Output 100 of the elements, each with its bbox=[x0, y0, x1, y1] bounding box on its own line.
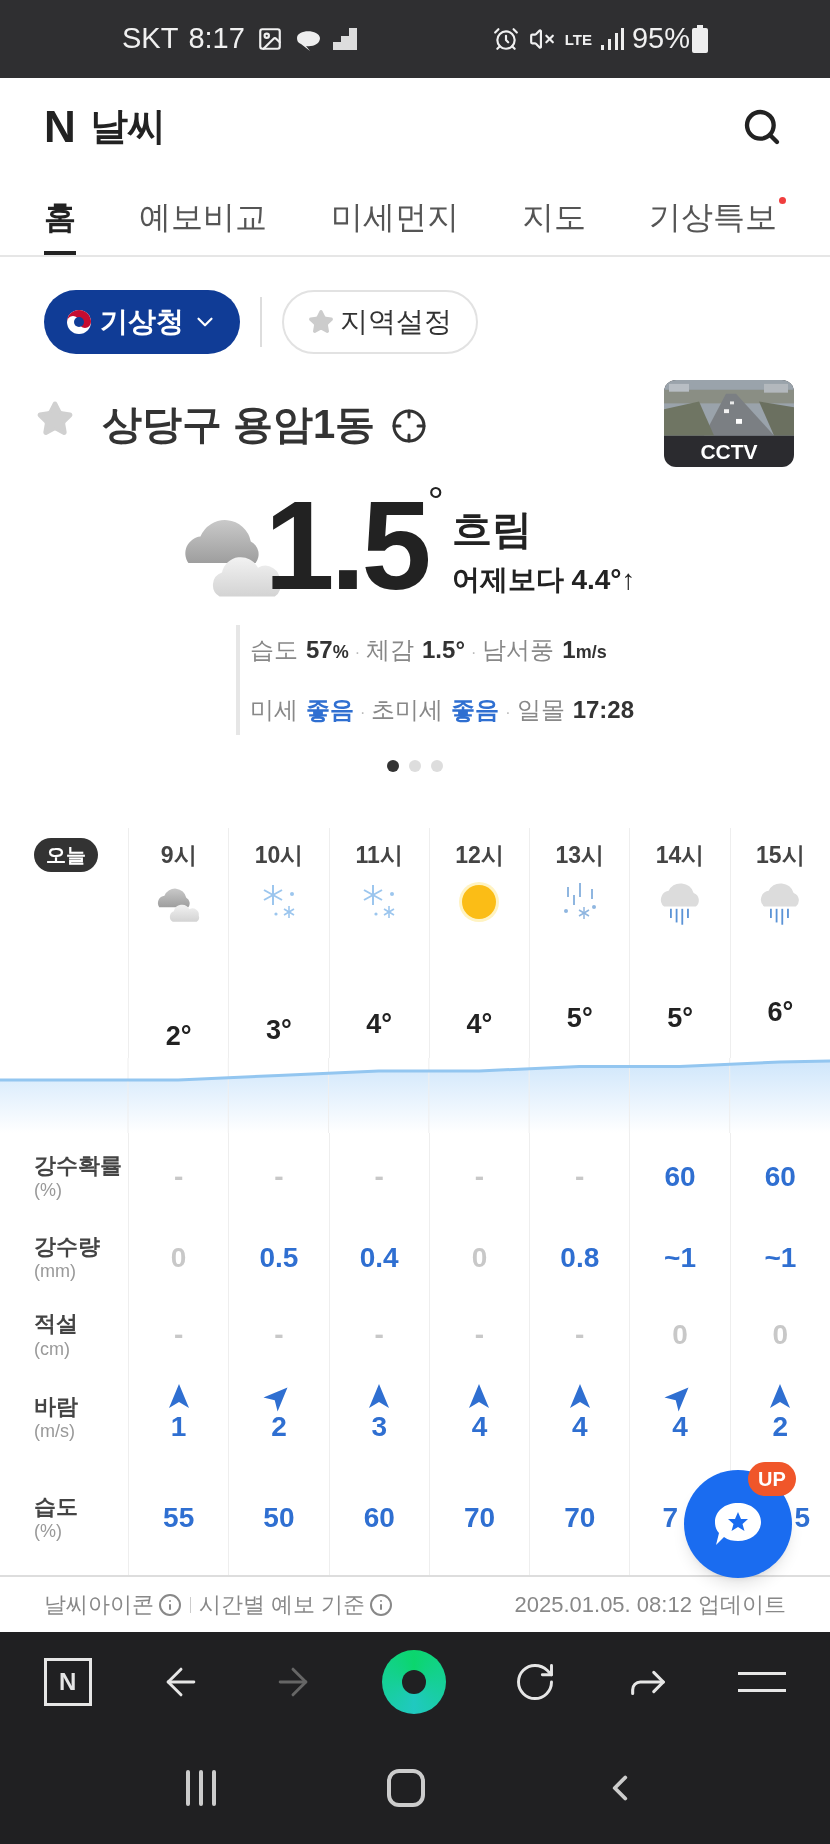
detail-unit: m/s bbox=[575, 641, 607, 664]
forecast-value: 70 bbox=[564, 1500, 596, 1535]
forecast-value: 0.4 bbox=[359, 1240, 399, 1275]
row-label: 강수확률 bbox=[34, 1151, 123, 1179]
hour-temperature: 2° bbox=[165, 1019, 192, 1053]
detail-value: 좋음 bbox=[305, 695, 354, 725]
menu-button[interactable] bbox=[738, 1672, 787, 1692]
weather-icon-guide[interactable]: 날씨아이콘 bbox=[44, 1588, 154, 1621]
hour-temperature: 3° bbox=[266, 1013, 292, 1047]
separator: · bbox=[471, 643, 477, 663]
detail-label: 체감 bbox=[366, 635, 414, 665]
wind-speed: 2 bbox=[772, 1413, 789, 1441]
weather-condition: 흐림 bbox=[451, 506, 533, 553]
source-selector[interactable]: 기상청 bbox=[44, 290, 240, 354]
wind-arrow-icon bbox=[769, 1383, 792, 1409]
wind-arrow-icon bbox=[468, 1383, 491, 1409]
region-settings-button[interactable]: 지역설정 bbox=[282, 290, 478, 354]
clock: 8:17 bbox=[188, 21, 245, 57]
hour-label: 10시 bbox=[254, 841, 304, 870]
hour-label: 15시 bbox=[756, 841, 805, 870]
detail-label: 일몰 bbox=[516, 695, 565, 725]
wind-speed: 4 bbox=[471, 1413, 488, 1441]
tab[interactable]: 홈 bbox=[44, 175, 76, 255]
info-icon[interactable] bbox=[158, 1592, 182, 1617]
separator: · bbox=[359, 703, 366, 723]
forecast-value: 5 bbox=[794, 1500, 810, 1535]
chat-star-icon bbox=[713, 1501, 763, 1547]
home-button[interactable]: N bbox=[43, 1658, 92, 1706]
row-unit: (m/s) bbox=[34, 1420, 76, 1443]
sun-icon bbox=[458, 880, 501, 923]
forecast-value: 0.5 bbox=[259, 1240, 299, 1275]
wind-arrow-icon bbox=[568, 1383, 591, 1409]
alarm-icon bbox=[492, 26, 519, 52]
wind-arrow-icon bbox=[368, 1383, 391, 1409]
forecast-value: 7 bbox=[662, 1500, 678, 1535]
detail-value: 1 bbox=[562, 635, 576, 665]
row-label: 강수량 bbox=[34, 1232, 101, 1260]
page-title: 날씨 bbox=[89, 104, 166, 149]
forecast-value: - bbox=[374, 1159, 384, 1194]
recent-apps-button[interactable] bbox=[185, 1770, 216, 1806]
hour-label: 12시 bbox=[455, 841, 504, 870]
forecast-value: - bbox=[575, 1318, 585, 1352]
info-icon[interactable] bbox=[369, 1592, 394, 1617]
detail-unit: % bbox=[332, 642, 349, 664]
wind-speed: 1 bbox=[170, 1413, 187, 1441]
locate-icon[interactable] bbox=[391, 408, 428, 444]
forecast-value: 60 bbox=[764, 1159, 796, 1194]
row-unit: (%) bbox=[34, 1179, 63, 1202]
mute-icon bbox=[528, 26, 555, 52]
detail-value: 17:28 bbox=[572, 695, 634, 725]
forecast-value: - bbox=[274, 1318, 284, 1352]
separator: · bbox=[354, 643, 360, 663]
detail-value: 57 bbox=[305, 635, 333, 665]
steps-icon bbox=[332, 28, 357, 50]
forecast-value: - bbox=[575, 1159, 585, 1194]
carrier-name: SKT bbox=[122, 21, 179, 57]
wind-arrow-icon bbox=[167, 1383, 190, 1409]
separator: · bbox=[505, 703, 511, 723]
home-nav-button[interactable] bbox=[387, 1769, 425, 1807]
signal-icon bbox=[599, 27, 624, 51]
location-name: 상당구 용암1동 bbox=[102, 401, 376, 448]
cctv-label: CCTV bbox=[699, 438, 759, 465]
tab[interactable]: 지도 bbox=[521, 175, 586, 255]
hour-temperature: 4° bbox=[366, 1007, 393, 1041]
forecast-value: 60 bbox=[664, 1159, 696, 1194]
forecast-value: ~1 bbox=[664, 1240, 697, 1275]
detail-label: 미세 bbox=[249, 695, 298, 725]
star-icon bbox=[308, 309, 334, 335]
taegeuk-icon bbox=[66, 309, 92, 335]
forecast-value: - bbox=[474, 1318, 485, 1352]
tab[interactable]: 기상특보 bbox=[649, 175, 786, 255]
update-time: 2025.01.05. 08:12 업데이트 bbox=[514, 1591, 786, 1619]
cctv-thumbnail[interactable]: CCTV bbox=[664, 380, 794, 467]
row-label: 적설 bbox=[34, 1310, 79, 1338]
forecast-value: 0.8 bbox=[560, 1240, 600, 1275]
detail-label: 습도 bbox=[249, 635, 298, 665]
hour-temperature: 6° bbox=[767, 995, 794, 1029]
row-label: 바람 bbox=[34, 1392, 79, 1420]
forecast-value: - bbox=[274, 1159, 284, 1194]
forecast-value: - bbox=[173, 1159, 184, 1194]
wind-speed: 3 bbox=[371, 1413, 387, 1441]
tab[interactable]: 미세먼지 bbox=[330, 175, 459, 255]
forecast-basis[interactable]: 시간별 예보 기준 bbox=[199, 1588, 366, 1621]
gallery-icon bbox=[256, 26, 283, 52]
hour-label: 14시 bbox=[655, 841, 705, 870]
current-temperature: 1.5 bbox=[264, 483, 428, 609]
forecast-value: 50 bbox=[263, 1500, 295, 1535]
detail-value: 1.5° bbox=[422, 635, 465, 665]
row-unit: (cm) bbox=[34, 1337, 71, 1360]
wind-speed: 4 bbox=[572, 1413, 588, 1441]
tab[interactable]: 예보비교 bbox=[139, 175, 268, 255]
degree-sign: ° bbox=[427, 481, 444, 521]
wind-speed: 2 bbox=[271, 1413, 287, 1441]
row-unit: (%) bbox=[34, 1520, 63, 1543]
detail-label: 초미세 bbox=[371, 695, 444, 725]
naver-logo[interactable]: N bbox=[44, 104, 76, 149]
forecast-value: 70 bbox=[463, 1500, 496, 1535]
forecast-value: - bbox=[374, 1318, 384, 1352]
hour-temperature: 5° bbox=[566, 1001, 593, 1035]
day-badge: 오늘 bbox=[34, 838, 98, 872]
